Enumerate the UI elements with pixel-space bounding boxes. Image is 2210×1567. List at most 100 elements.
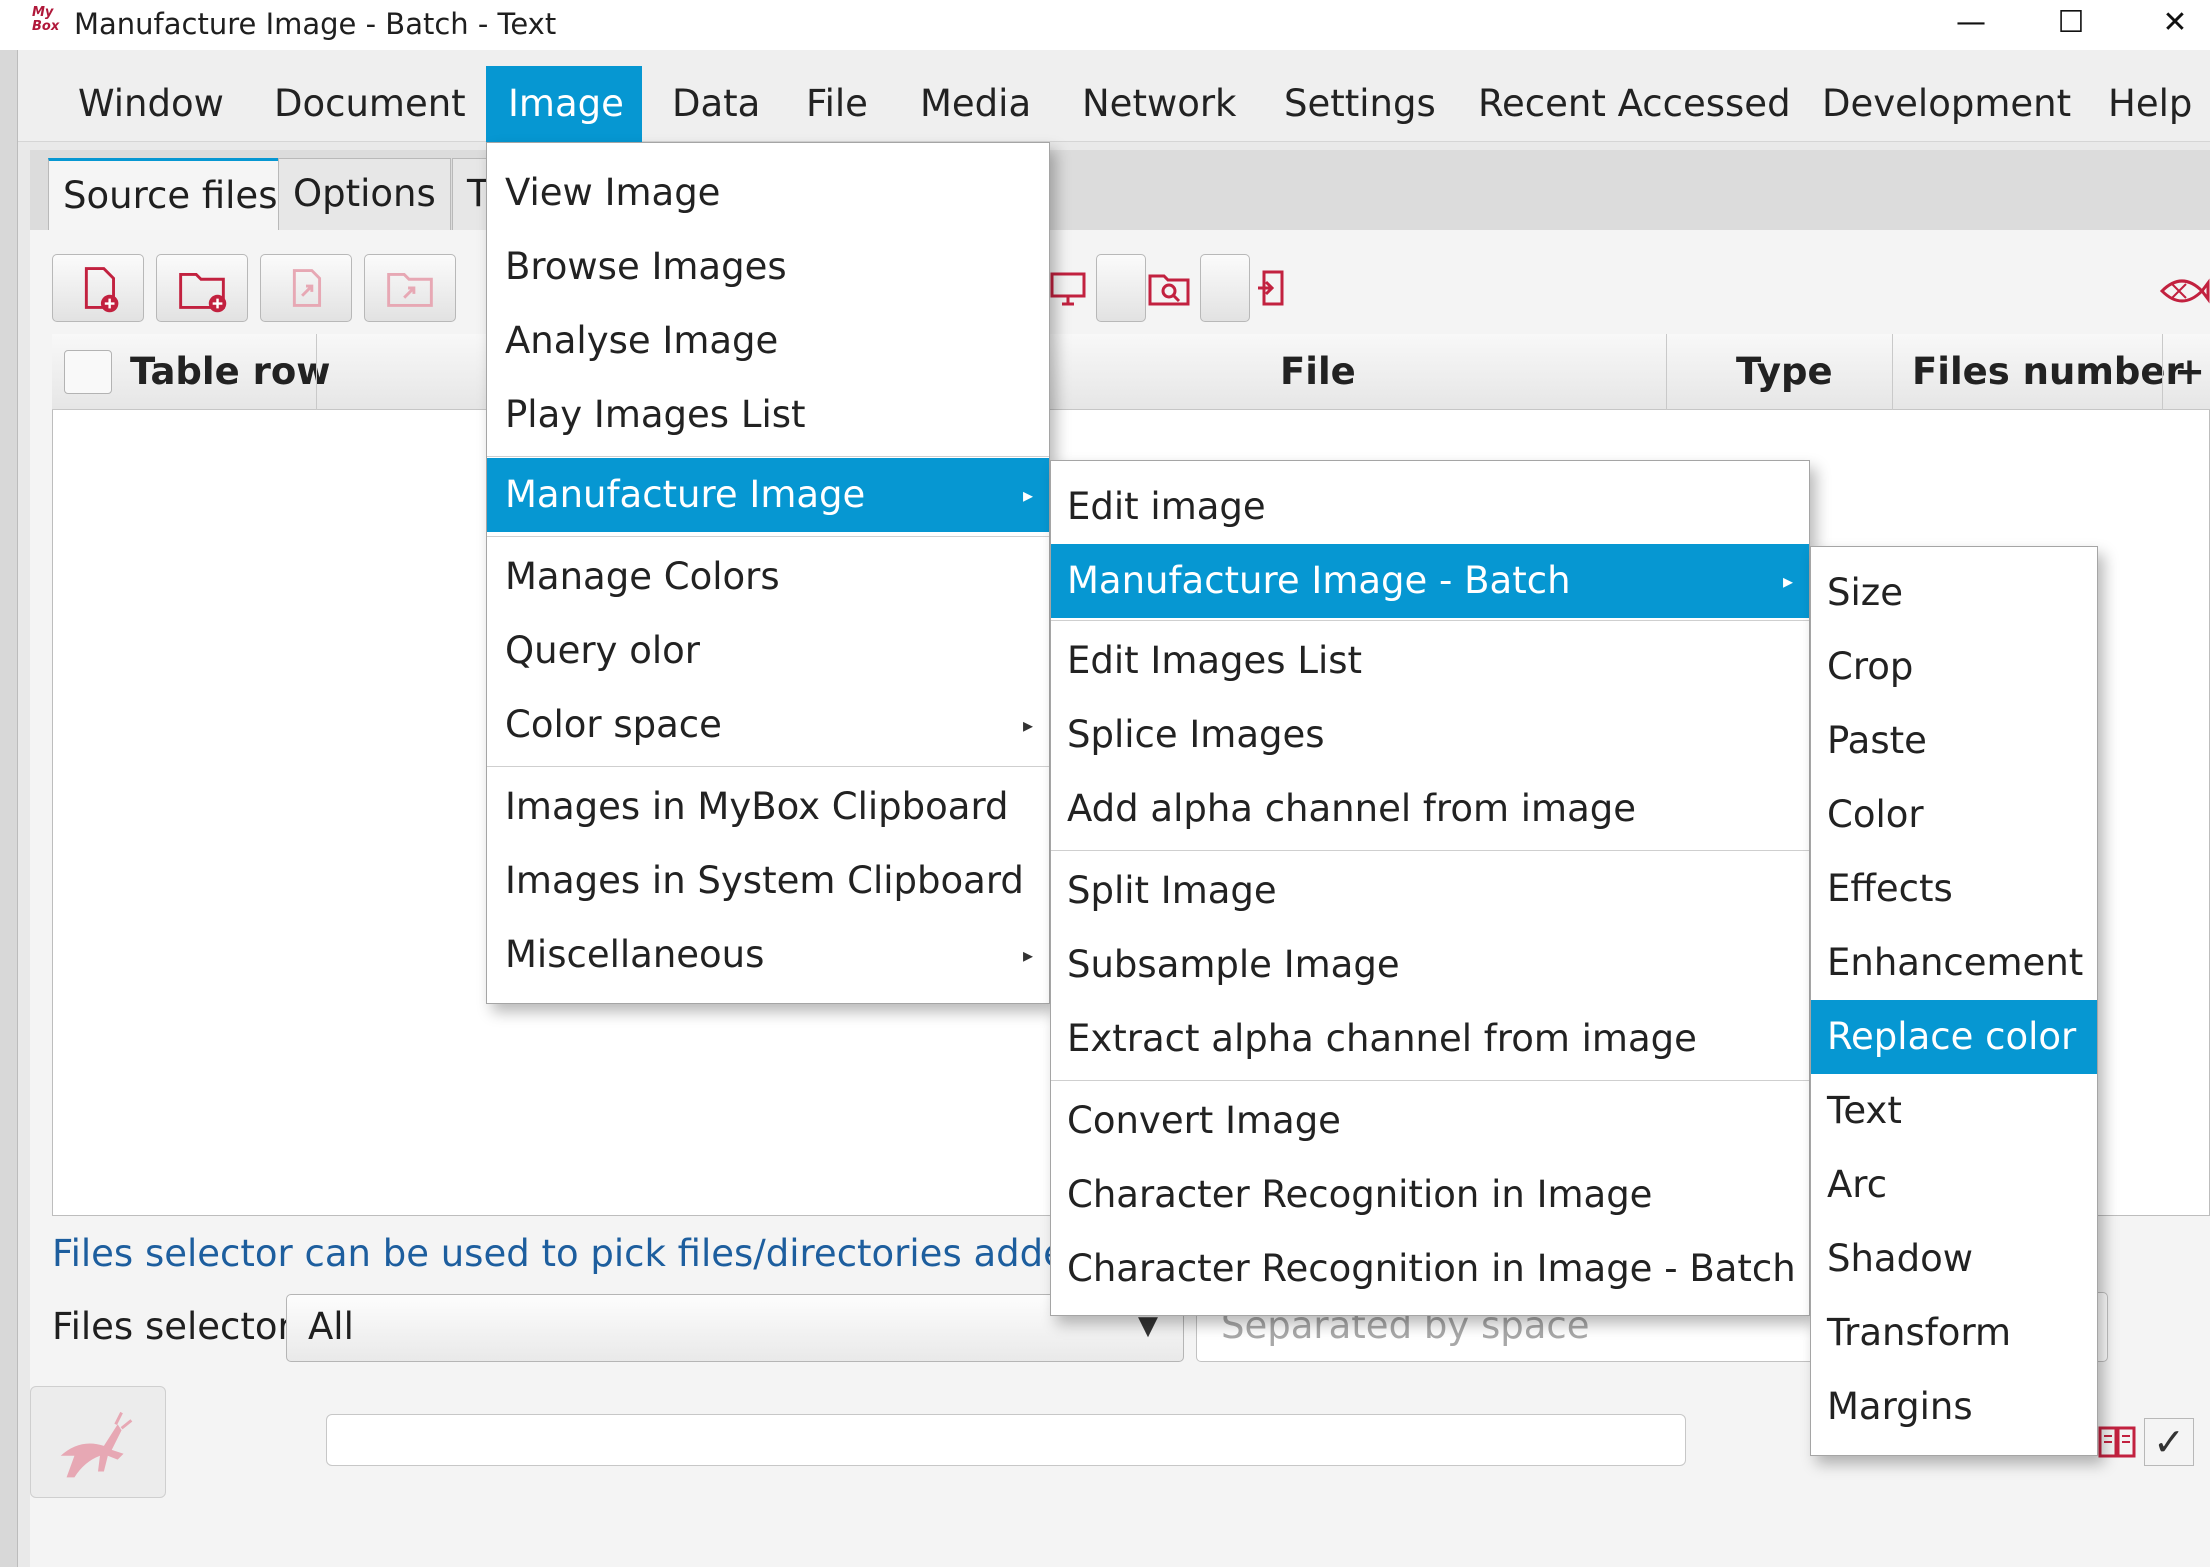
submenu-arrow-icon: ▸ — [1022, 483, 1033, 507]
menu-image[interactable]: Image — [486, 66, 642, 142]
menu-separator — [487, 766, 1049, 767]
menu-item-text[interactable]: Text — [1811, 1074, 2097, 1148]
menu-item-color[interactable]: Color — [1811, 778, 2097, 852]
window-title: Manufacture Image - Batch - Text — [74, 7, 557, 41]
menu-item-enhancement[interactable]: Enhancement — [1811, 926, 2097, 1000]
select-all-checkbox[interactable] — [64, 350, 112, 394]
insert-folder-icon — [387, 272, 433, 307]
column-divider — [1666, 334, 1667, 410]
column-table-row[interactable]: Table row — [130, 334, 330, 410]
ok-check-button[interactable]: ✓ — [2144, 1418, 2194, 1466]
add-files-button[interactable] — [52, 254, 144, 322]
column-divider — [316, 334, 317, 410]
file-export-icon[interactable] — [1254, 262, 1294, 312]
menu-item-manufacture-image-batch[interactable]: Manufacture Image - Batch ▸ — [1051, 544, 1809, 618]
menu-item-view-image[interactable]: View Image — [487, 156, 1049, 230]
fish-icon[interactable] — [2156, 268, 2210, 324]
blank-toolbar-button[interactable] — [1096, 254, 1146, 322]
menu-item-character-recognition[interactable]: Character Recognition in Image — [1051, 1158, 1809, 1232]
maximize-button[interactable]: ☐ — [2036, 0, 2106, 50]
files-selector-hint: Files selector can be used to pick files… — [52, 1232, 1135, 1275]
start-button[interactable] — [30, 1386, 166, 1498]
menu-item-crop[interactable]: Crop — [1811, 630, 2097, 704]
column-type[interactable]: Type — [1736, 334, 1833, 410]
menu-item-play-images-list[interactable]: Play Images List — [487, 378, 1049, 452]
insert-file-button[interactable] — [260, 254, 352, 322]
minimize-button[interactable]: — — [1936, 0, 2006, 50]
menu-document[interactable]: Document — [252, 66, 488, 142]
menu-item-arc[interactable]: Arc — [1811, 1148, 2097, 1222]
menu-item-label: Manufacture Image - Batch — [1067, 559, 1571, 602]
menu-help[interactable]: Help — [2086, 66, 2210, 142]
menu-item-shadow[interactable]: Shadow — [1811, 1222, 2097, 1296]
tab-source-files[interactable]: Source files — [48, 158, 293, 230]
menu-item-paste[interactable]: Paste — [1811, 704, 2097, 778]
menu-data[interactable]: Data — [650, 66, 782, 142]
menu-item-size[interactable]: Size — [1811, 556, 2097, 630]
add-file-icon — [84, 267, 119, 313]
menu-development[interactable]: Development — [1800, 66, 2093, 142]
menu-separator — [487, 456, 1049, 457]
menu-file[interactable]: File — [784, 66, 890, 142]
menu-item-edit-image[interactable]: Edit image — [1051, 470, 1809, 544]
insert-directory-button[interactable] — [364, 254, 456, 322]
menu-network[interactable]: Network — [1060, 66, 1259, 142]
menu-item-replace-color[interactable]: Replace color — [1811, 1000, 2097, 1074]
tab-options[interactable]: Options — [278, 158, 451, 230]
menu-item-transform[interactable]: Transform — [1811, 1296, 2097, 1370]
background-window-edge — [0, 50, 18, 1567]
menu-item-manufacture-image[interactable]: Manufacture Image ▸ — [487, 458, 1049, 532]
add-directory-button[interactable] — [156, 254, 248, 322]
menu-media[interactable]: Media — [898, 66, 1053, 142]
menu-item-convert-image[interactable]: Convert Image — [1051, 1084, 1809, 1158]
menu-item-query-color[interactable]: Query olor — [487, 614, 1049, 688]
column-divider — [2162, 334, 2163, 410]
app-logo: My Box — [32, 5, 60, 34]
menu-item-miscellaneous[interactable]: Miscellaneous ▸ — [487, 918, 1049, 992]
column-divider — [1892, 334, 1893, 410]
menu-item-effects[interactable]: Effects — [1811, 852, 2097, 926]
menu-item-label: Manufacture Image — [505, 473, 866, 516]
menu-separator — [1051, 1080, 1809, 1081]
menu-item-character-recognition-batch[interactable]: Character Recognition in Image - Batch — [1051, 1232, 1809, 1306]
menu-window[interactable]: Window — [56, 66, 246, 142]
menu-recent-accessed[interactable]: Recent Accessed — [1456, 66, 1813, 142]
menu-item-color-space[interactable]: Color space ▸ — [487, 688, 1049, 762]
insert-file-icon — [292, 269, 322, 307]
menu-item-splice-images[interactable]: Splice Images — [1051, 698, 1809, 772]
add-folder-icon — [179, 272, 227, 313]
menu-item-images-in-mybox-clipboard[interactable]: Images in MyBox Clipboard — [487, 770, 1049, 844]
menu-item-extract-alpha-channel[interactable]: Extract alpha channel from image — [1051, 1002, 1809, 1076]
menu-item-label: Miscellaneous — [505, 933, 765, 976]
menu-item-add-alpha-channel[interactable]: Add alpha channel from image — [1051, 772, 1809, 846]
menu-item-browse-images[interactable]: Browse Images — [487, 230, 1049, 304]
close-button[interactable]: ✕ — [2140, 0, 2210, 50]
menu-item-split-image[interactable]: Split Image — [1051, 854, 1809, 928]
submenu-arrow-icon: ▸ — [1022, 943, 1033, 967]
menu-item-analyse-image[interactable]: Analyse Image — [487, 304, 1049, 378]
deer-icon — [60, 1411, 133, 1478]
files-selector-label: Files selector — [52, 1305, 293, 1348]
book-icon[interactable] — [2094, 1418, 2140, 1476]
blank-toolbar-button-2[interactable] — [1200, 254, 1250, 322]
monitor-icon[interactable] — [1048, 262, 1088, 312]
menu-item-manage-colors[interactable]: Manage Colors — [487, 540, 1049, 614]
column-file[interactable]: File — [1280, 334, 1356, 410]
menu-separator — [487, 536, 1049, 537]
menu-item-label: Color space — [505, 703, 722, 746]
submenu-arrow-icon: ▸ — [1782, 569, 1793, 593]
folder-search-icon[interactable] — [1146, 262, 1192, 312]
menu-item-images-in-system-clipboard[interactable]: Images in System Clipboard — [487, 844, 1049, 918]
column-menu-button[interactable]: + — [2174, 334, 2205, 410]
submenu-arrow-icon: ▸ — [1022, 713, 1033, 737]
menu-item-margins[interactable]: Margins — [1811, 1370, 2097, 1444]
menu-item-edit-images-list[interactable]: Edit Images List — [1051, 624, 1809, 698]
column-files-number[interactable]: Files number — [1912, 334, 2184, 410]
menu-item-subsample-image[interactable]: Subsample Image — [1051, 928, 1809, 1002]
table-header — [52, 334, 2210, 410]
files-selector-value: All — [308, 1305, 354, 1348]
menu-settings[interactable]: Settings — [1262, 66, 1458, 142]
menu-separator — [1051, 850, 1809, 851]
progress-bar — [326, 1414, 1686, 1466]
menu-separator — [1051, 620, 1809, 621]
